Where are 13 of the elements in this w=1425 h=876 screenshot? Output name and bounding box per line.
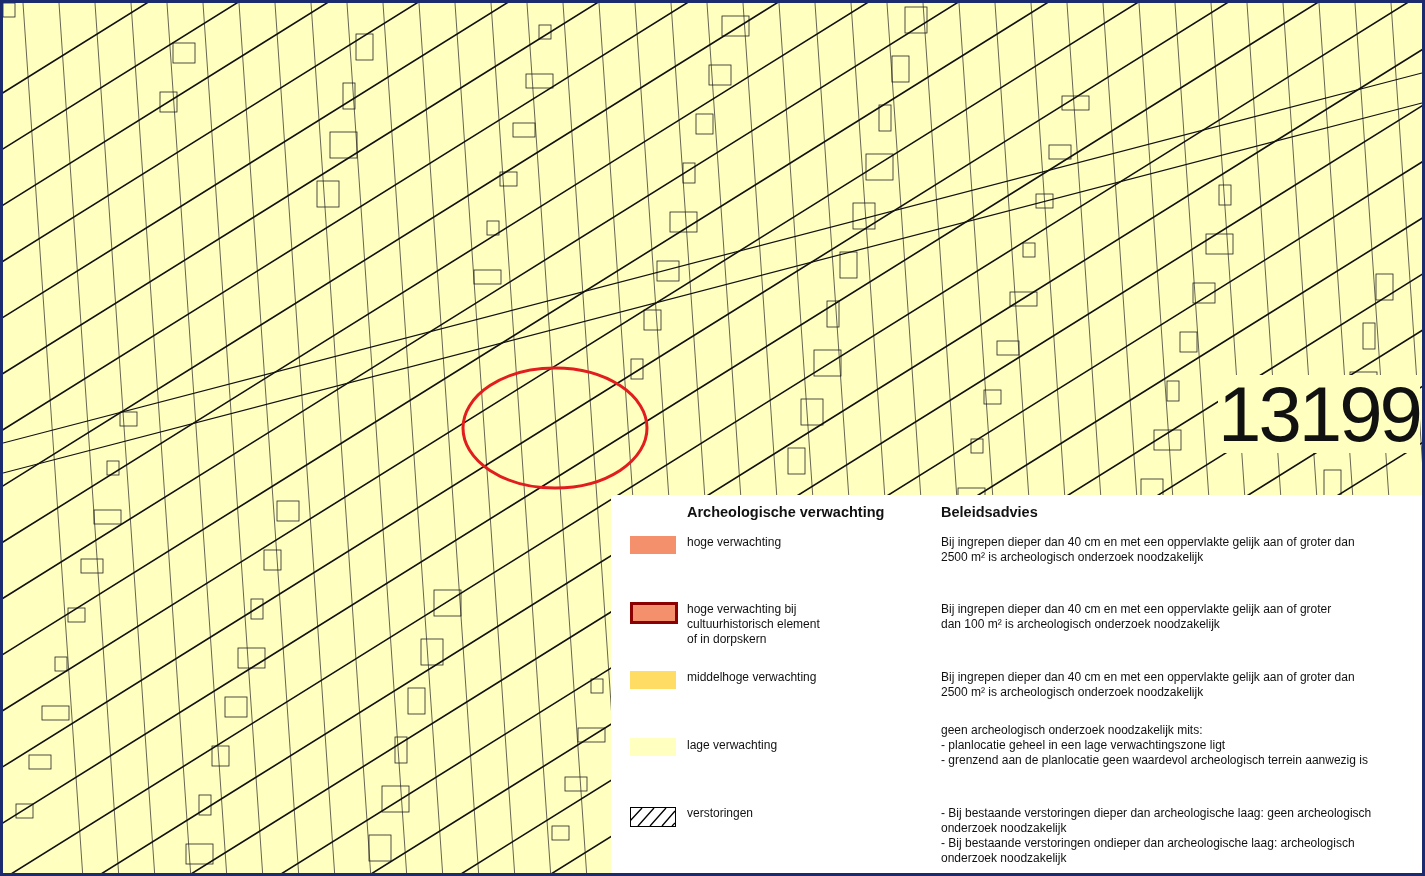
advice-text: Bij ingrepen dieper dan 40 cm en met een oppervlakte gelijk aan of groter dan 2500 m² is archeologisch onderzoek noodzakelijk xyxy=(941,535,1356,566)
advice-text: Bij ingrepen dieper dan 40 cm en met een oppervlakte gelijk aan of groter dan 2500 m² is archeologisch onderzoek noodzakelijk xyxy=(941,670,1356,701)
sheet-number: 13199 xyxy=(1218,375,1420,453)
legend-label: middelhoge verwachting xyxy=(687,670,818,686)
advice-text: geen archeologisch onderzoek noodzakelijk mits: - planlocatie geheel in een lage verwachtingszone ligt - grenzend aan de planlocatie geen waardevol archeologisch terrein aanwezig is xyxy=(941,723,1369,769)
advice-text: Bij ingrepen dieper dan 40 cm en met een oppervlakte gelijk aan of groter dan 100 m² is archeologisch onderzoek noodzakelijk xyxy=(941,602,1333,633)
legend-label: hoge verwachting bij cultuurhistorisch element of in dorpskern xyxy=(687,602,821,648)
legend-label: verstoringen xyxy=(687,806,755,822)
legend-header: Beleidsadvies xyxy=(941,503,1039,521)
legend-label: lage verwachting xyxy=(687,737,779,754)
advice-text: - Bij bestaande verstoringen dieper dan archeologische laag: geen archeologisch onderzoek noodzakelijk - Bij bestaande verstoringen ondieper dan archeologische laag: archeologisch onderzoek noodzakelijk xyxy=(941,806,1373,867)
legend-label: hoge verwachting xyxy=(687,535,783,551)
legend-header: Archeologische verwachting xyxy=(687,503,886,521)
